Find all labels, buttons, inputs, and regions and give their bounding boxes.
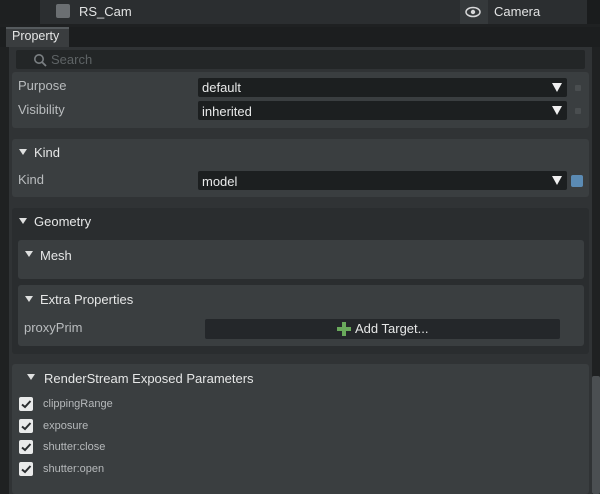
eye-icon[interactable]	[465, 5, 481, 19]
collapse-triangle-icon[interactable]	[19, 149, 27, 155]
tab-property-label: Property	[12, 29, 60, 43]
checkbox-shutter-open[interactable]	[19, 462, 33, 476]
collapse-triangle-icon[interactable]	[25, 296, 33, 302]
prim-name[interactable]: RS_Cam	[79, 4, 132, 19]
purpose-value: default	[202, 80, 242, 95]
search-placeholder: Search	[51, 52, 93, 67]
tree-gutter	[0, 0, 40, 24]
add-target-label: Add Target...	[355, 321, 429, 336]
chevron-down-icon	[552, 106, 562, 115]
geometry-header[interactable]: Geometry	[34, 214, 91, 229]
visibility-dropdown[interactable]	[198, 101, 567, 120]
mesh-subsection	[18, 240, 584, 279]
kind-value: model	[202, 174, 238, 189]
param-label: clippingRange	[43, 398, 113, 410]
purpose-dropdown[interactable]	[198, 78, 567, 97]
tab-strip	[0, 27, 600, 47]
renderstream-header[interactable]: RenderStream Exposed Parameters	[44, 371, 254, 386]
purpose-attr-indicator[interactable]	[575, 85, 581, 91]
stage-scrollbar[interactable]	[587, 0, 600, 24]
mesh-header[interactable]: Mesh	[40, 248, 72, 263]
visibility-attr-indicator[interactable]	[575, 108, 581, 114]
extra-properties-header[interactable]: Extra Properties	[40, 292, 133, 307]
search-icon	[34, 54, 47, 67]
checkbox-shutter-close[interactable]	[19, 440, 33, 454]
prim-type: Camera	[494, 4, 541, 19]
purpose-label: Purpose	[18, 78, 67, 93]
visibility-value: inherited	[202, 104, 252, 119]
prim-icon	[56, 4, 70, 18]
search-input[interactable]	[16, 50, 585, 69]
checkbox-exposure[interactable]	[19, 419, 33, 433]
kind-dropdown[interactable]	[198, 171, 567, 190]
collapse-triangle-icon[interactable]	[27, 374, 35, 380]
kind-label: Kind	[18, 172, 45, 187]
collapse-triangle-icon[interactable]	[19, 218, 27, 224]
chevron-down-icon	[552, 176, 562, 185]
kind-header[interactable]: Kind	[34, 145, 60, 160]
panel-scrollbar[interactable]	[592, 376, 600, 494]
collapse-triangle-icon[interactable]	[25, 251, 33, 257]
param-label: shutter:close	[43, 441, 106, 453]
plus-icon	[337, 322, 351, 336]
chevron-down-icon	[552, 83, 562, 92]
param-label: shutter:open	[43, 463, 105, 475]
visibility-label: Visibility	[18, 102, 65, 117]
param-label: exposure	[43, 420, 89, 432]
kind-attr-indicator[interactable]	[571, 175, 583, 187]
checkbox-clipping-range[interactable]	[19, 397, 33, 411]
proxy-prim-label: proxyPrim	[24, 320, 83, 335]
